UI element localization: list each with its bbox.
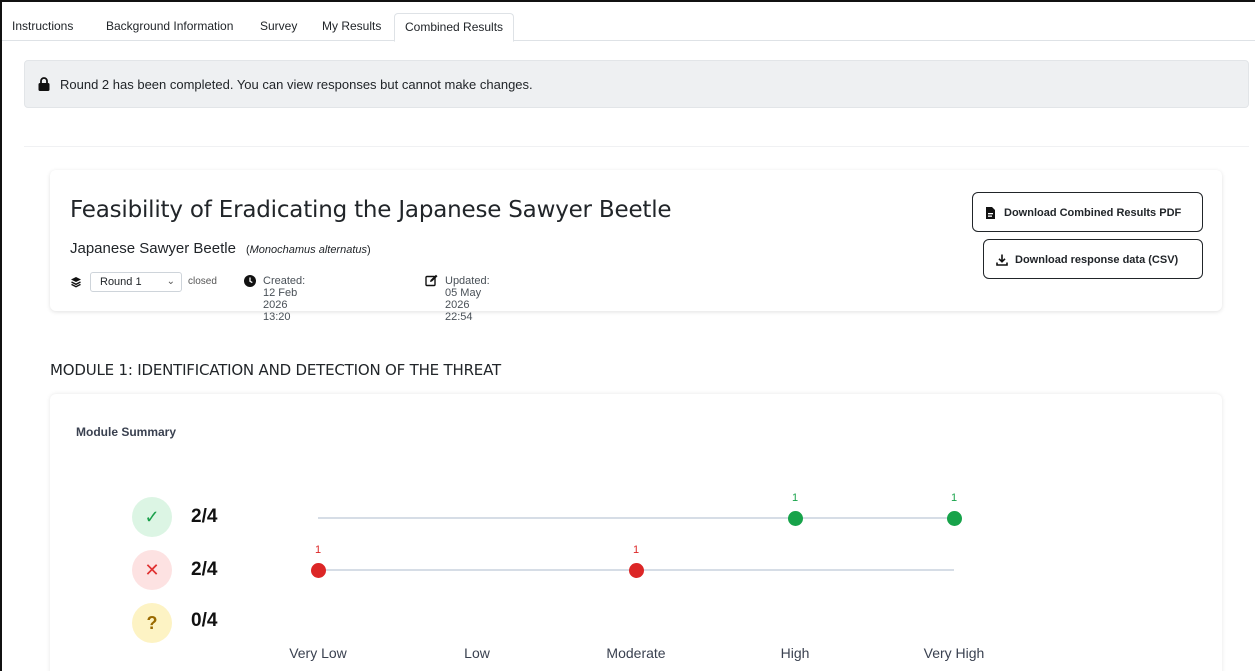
- check-icon: ✓: [132, 497, 172, 537]
- yes-response-dot-high: [787, 510, 803, 526]
- no-response-dot-very-low: [310, 562, 326, 578]
- tab-my-results[interactable]: My Results: [312, 13, 391, 41]
- download-csv-label: Download response data (CSV): [1015, 254, 1179, 266]
- download-combined-pdf-button[interactable]: Download Combined Results PDF: [972, 192, 1203, 232]
- unsure-count: 0/4: [191, 610, 218, 631]
- chevron-down-icon: ⌄: [166, 276, 175, 287]
- round-completed-alert: Round 2 has been completed. You can view…: [24, 60, 1249, 108]
- no-response-dot-moderate: [628, 562, 644, 578]
- lock-icon: [38, 77, 50, 91]
- round-status: closed: [188, 276, 217, 287]
- tab-bar: Instructions Background Information Surv…: [2, 13, 1255, 42]
- assessment-header-card: Feasibility of Eradicating the Japanese …: [50, 170, 1222, 323]
- edit-icon: [425, 274, 438, 287]
- scientific-name: (Monochamus alternatus): [245, 244, 371, 256]
- no-count-label-moderate: 1: [632, 544, 640, 556]
- yes-count: 2/4: [191, 506, 218, 527]
- tab-combined-results[interactable]: Combined Results: [394, 13, 515, 42]
- tab-background-information[interactable]: Background Information: [96, 13, 243, 41]
- cross-icon: ✕: [132, 550, 172, 590]
- scale-label-very-low: Very Low: [289, 645, 347, 661]
- download-csv-button[interactable]: Download response data (CSV): [983, 239, 1203, 279]
- download-icon: [996, 254, 1008, 266]
- round-select-value: Round 1: [100, 276, 142, 288]
- no-count: 2/4: [191, 559, 218, 580]
- module-summary-title: Module Summary: [76, 425, 177, 439]
- layers-icon: [71, 277, 81, 288]
- yes-response-dot-very-high: [946, 510, 962, 526]
- alert-message: Round 2 has been completed. You can view…: [60, 77, 533, 92]
- section-divider: [24, 146, 1249, 147]
- yes-track: [318, 517, 954, 519]
- scale-label-moderate: Moderate: [606, 645, 666, 661]
- created-timestamp: Created: 12 Feb 2026 13:20: [263, 275, 306, 323]
- file-pdf-icon: [986, 207, 995, 219]
- page-title: Feasibility of Eradicating the Japanese …: [70, 197, 672, 223]
- clock-icon: [244, 275, 256, 287]
- round-select[interactable]: Round 1 ⌄: [90, 272, 182, 292]
- module-summary-card: Module Summary ✓ 2/4 ✕ 2/4 ? 0/4 1 1 1 1 Ve…: [50, 394, 1222, 671]
- scale-label-low: Low: [464, 645, 490, 661]
- yes-count-label-high: 1: [791, 492, 799, 504]
- tab-survey[interactable]: Survey: [250, 13, 307, 41]
- question-icon: ?: [132, 603, 172, 643]
- species-name: Japanese Sawyer Beetle (Monochamus altern…: [70, 240, 371, 257]
- tab-instructions[interactable]: Instructions: [2, 13, 83, 41]
- no-count-label-very-low: 1: [314, 544, 322, 556]
- common-name: Japanese Sawyer Beetle: [70, 240, 236, 257]
- updated-timestamp: Updated: 05 May 2026 22:54: [445, 275, 490, 323]
- yes-count-label-very-high: 1: [950, 492, 958, 504]
- module-heading: MODULE 1: IDENTIFICATION AND DETECTION O…: [50, 361, 501, 379]
- scale-label-high: High: [780, 645, 810, 661]
- scale-label-very-high: Very High: [923, 645, 985, 661]
- download-pdf-label: Download Combined Results PDF: [1004, 207, 1182, 219]
